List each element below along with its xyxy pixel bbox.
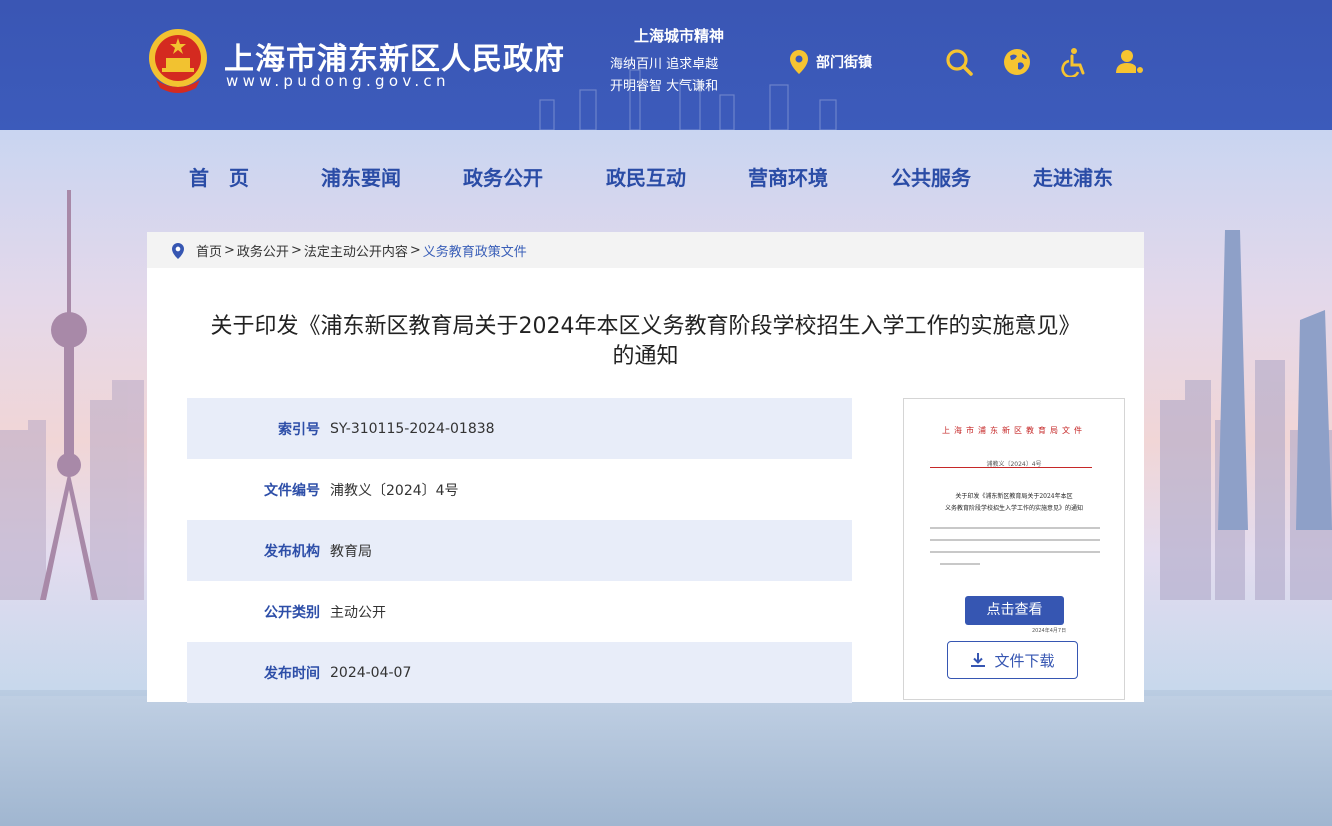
meta-row-publisher: 发布机构 教育局 [187,520,852,581]
meta-label: 索引号 [278,421,320,438]
content-panel: 首页 > 政务公开 > 法定主动公开内容 > 义务教育政策文件 关于印发《浦东新… [147,232,1144,703]
document-preview: 上海市浦东新区教育局文件 浦教义〔2024〕4号 关于印发《浦东新区教育局关于2… [903,398,1125,700]
meta-row-doc-number: 文件编号 浦教义〔2024〕4号 [187,459,852,520]
site-url: www.pudong.gov.cn [226,72,450,90]
meta-row-index: 索引号 SY-310115-2024-01838 [187,398,852,459]
doc-preview-text-line [930,527,1100,529]
nav-item-gov-affairs[interactable]: 政务公开 [463,162,543,191]
meta-row-category: 公开类别 主动公开 [187,581,852,642]
download-file-button[interactable]: 文件下载 [947,641,1078,679]
article-title: 关于印发《浦东新区教育局关于2024年本区义务教育阶段学校招生入学工作的实施意见… [167,312,1124,372]
breadcrumb-statutory[interactable]: 法定主动公开内容 [304,241,408,260]
city-spirit-line-1: 海纳百川 追求卓越 [610,57,719,72]
meta-value: 教育局 [330,543,372,560]
doc-preview-header: 上海市浦东新区教育局文件 [942,426,1086,435]
article-title-line-1: 关于印发《浦东新区教育局关于2024年本区义务教育阶段学校招生入学工作的实施意见… [210,314,1081,339]
nav-item-news[interactable]: 浦东要闻 [321,162,401,191]
meta-value: 2024-04-07 [330,664,412,681]
doc-preview-text-line [930,539,1100,541]
view-document-button[interactable]: 点击查看 [965,596,1064,625]
metadata-table: 索引号 SY-310115-2024-01838 文件编号 浦教义〔2024〕4… [187,398,852,703]
doc-preview-text-line [930,551,1100,553]
breadcrumb: 首页 > 政务公开 > 法定主动公开内容 > 义务教育政策文件 [172,241,527,260]
search-icon[interactable] [944,47,974,77]
dept-town-label: 部门街镇 [816,55,872,71]
breadcrumb-current[interactable]: 义务教育政策文件 [423,241,527,260]
doc-preview-red-rule [930,467,1092,468]
city-spirit-title: 上海城市精神 [633,27,724,45]
meta-row-date: 发布时间 2024-04-07 [187,642,852,703]
meta-label: 文件编号 [264,482,320,499]
location-pin-icon [172,242,184,259]
download-icon [971,653,986,667]
city-spirit-line-2: 开明睿智 大气谦和 [610,79,719,94]
nav-item-home[interactable]: 首 页 [189,162,249,191]
location-pin-icon [790,50,808,74]
meta-value: 浦教义〔2024〕4号 [330,482,459,499]
national-emblem-icon [149,29,207,93]
breadcrumb-gov-affairs[interactable]: 政务公开 [237,241,289,260]
doc-preview-date: 2024年4月7日 [1032,628,1067,634]
nav-item-interaction[interactable]: 政民互动 [606,162,686,191]
breadcrumb-separator: > [409,243,421,258]
meta-label: 发布时间 [264,665,320,682]
river [0,690,1332,826]
site-header: 上海市浦东新区人民政府 www.pudong.gov.cn 上海城市精神 海纳百… [0,0,1332,130]
doc-preview-text-line [940,563,980,565]
dept-town-link[interactable]: 部门街镇 [790,50,872,74]
accessibility-icon[interactable] [1060,47,1090,77]
breadcrumb-bar: 首页 > 政务公开 > 法定主动公开内容 > 义务教育政策文件 [147,232,1144,268]
meta-value: 主动公开 [330,604,386,621]
nav-item-about[interactable]: 走进浦东 [1033,162,1113,191]
nav-item-services[interactable]: 公共服务 [891,162,971,191]
breadcrumb-home[interactable]: 首页 [196,241,222,260]
breadcrumb-separator: > [290,243,302,258]
article-title-line-2: 的通知 [612,344,679,369]
meta-value: SY-310115-2024-01838 [330,420,495,437]
doc-preview-title-line-1: 关于印发《浦东新区教育局关于2024年本区 [955,493,1073,500]
meta-label: 发布机构 [264,543,320,560]
nav-item-business[interactable]: 营商环境 [748,162,828,191]
download-file-label: 文件下载 [994,651,1055,670]
breadcrumb-separator: > [224,243,235,258]
main-nav: 首 页 浦东要闻 政务公开 政民互动 营商环境 公共服务 走进浦东 [150,150,1150,206]
doc-preview-title-line-2: 义务教育阶段学校招生入学工作的实施意见》的通知 [944,505,1083,512]
meta-label: 公开类别 [264,604,320,621]
globe-icon[interactable] [1002,47,1032,77]
user-icon[interactable] [1114,47,1144,77]
